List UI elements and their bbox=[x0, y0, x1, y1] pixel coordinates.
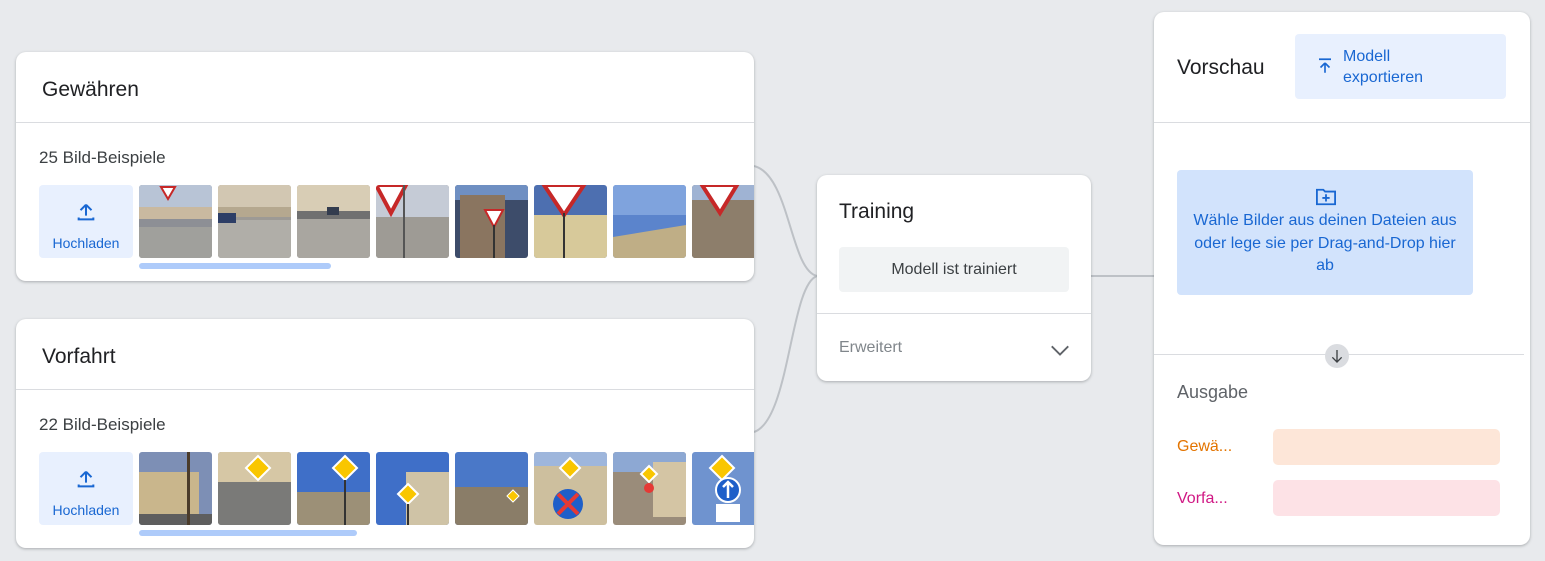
sample-thumbnail[interactable] bbox=[613, 185, 686, 258]
sample-thumbnail[interactable] bbox=[297, 185, 370, 258]
sample-thumbnail[interactable] bbox=[376, 185, 449, 258]
sample-thumbnail[interactable] bbox=[218, 185, 291, 258]
upload-icon bbox=[77, 203, 95, 221]
divider bbox=[1154, 122, 1530, 123]
sample-thumbnail[interactable] bbox=[692, 185, 754, 258]
preview-card: Vorschau Modell exportieren Wähle Bilder… bbox=[1154, 12, 1530, 545]
sample-thumbnail[interactable] bbox=[613, 452, 686, 525]
class-name[interactable]: Vorfahrt bbox=[42, 345, 116, 369]
divider bbox=[16, 122, 754, 123]
training-card: Training Modell ist trainiert Erweitert bbox=[817, 175, 1091, 381]
sample-count: 25 Bild-Beispiele bbox=[39, 148, 166, 167]
advanced-toggle-label[interactable]: Erweitert bbox=[839, 339, 902, 357]
sample-thumbnail[interactable] bbox=[376, 452, 449, 525]
sample-thumbnail[interactable] bbox=[534, 452, 607, 525]
output-heading: Ausgabe bbox=[1177, 382, 1249, 402]
image-dropzone[interactable]: Wähle Bilder aus deinen Dateien aus oder… bbox=[1177, 170, 1473, 295]
export-model-button[interactable]: Modell exportieren bbox=[1295, 34, 1506, 99]
sample-thumbnail[interactable] bbox=[534, 185, 607, 258]
preview-title: Vorschau bbox=[1177, 56, 1265, 79]
upload-label: Hochladen bbox=[52, 502, 120, 518]
sample-thumbnail[interactable] bbox=[139, 452, 212, 525]
upload-button[interactable]: Hochladen bbox=[39, 185, 133, 258]
train-model-button[interactable]: Modell ist trainiert bbox=[839, 247, 1069, 292]
sample-count: 22 Bild-Beispiele bbox=[39, 415, 166, 434]
class-name[interactable]: Gewähren bbox=[42, 78, 139, 102]
output-class-label: Vorfa... bbox=[1177, 490, 1228, 507]
divider bbox=[16, 389, 754, 390]
sample-strip[interactable]: Hochladen bbox=[39, 452, 754, 525]
sample-thumbnail[interactable] bbox=[455, 452, 528, 525]
sample-strip[interactable]: Hochladen bbox=[39, 185, 754, 258]
chevron-down-icon[interactable] bbox=[1049, 339, 1071, 361]
upload-label: Hochladen bbox=[52, 235, 120, 251]
upload-button[interactable]: Hochladen bbox=[39, 452, 133, 525]
export-label: Modell exportieren bbox=[1343, 48, 1424, 86]
sample-thumbnail[interactable] bbox=[297, 452, 370, 525]
export-icon bbox=[1319, 58, 1331, 73]
sample-thumbnail[interactable] bbox=[139, 185, 212, 258]
arrow-down-icon bbox=[1325, 344, 1349, 368]
sample-thumbnail[interactable] bbox=[218, 452, 291, 525]
divider bbox=[817, 313, 1091, 314]
horizontal-scrollbar[interactable] bbox=[139, 263, 331, 269]
class-card-vorfahrt: Vorfahrt 22 Bild-Beispiele Hochladen bbox=[16, 319, 754, 548]
confidence-bar bbox=[1273, 429, 1500, 465]
training-title: Training bbox=[839, 200, 915, 223]
horizontal-scrollbar[interactable] bbox=[139, 530, 357, 536]
class-card-gewaehren: Gewähren 25 Bild-Beispiele Hochladen bbox=[16, 52, 754, 281]
sample-thumbnail[interactable] bbox=[455, 185, 528, 258]
dropzone-text: Wähle Bilder aus deinen Dateien aus oder… bbox=[1193, 212, 1457, 274]
upload-icon bbox=[77, 470, 95, 488]
output-class-label: Gewä... bbox=[1177, 438, 1233, 455]
confidence-bar bbox=[1273, 480, 1500, 516]
sample-thumbnail[interactable] bbox=[692, 452, 754, 525]
folder-add-icon bbox=[1316, 188, 1336, 206]
